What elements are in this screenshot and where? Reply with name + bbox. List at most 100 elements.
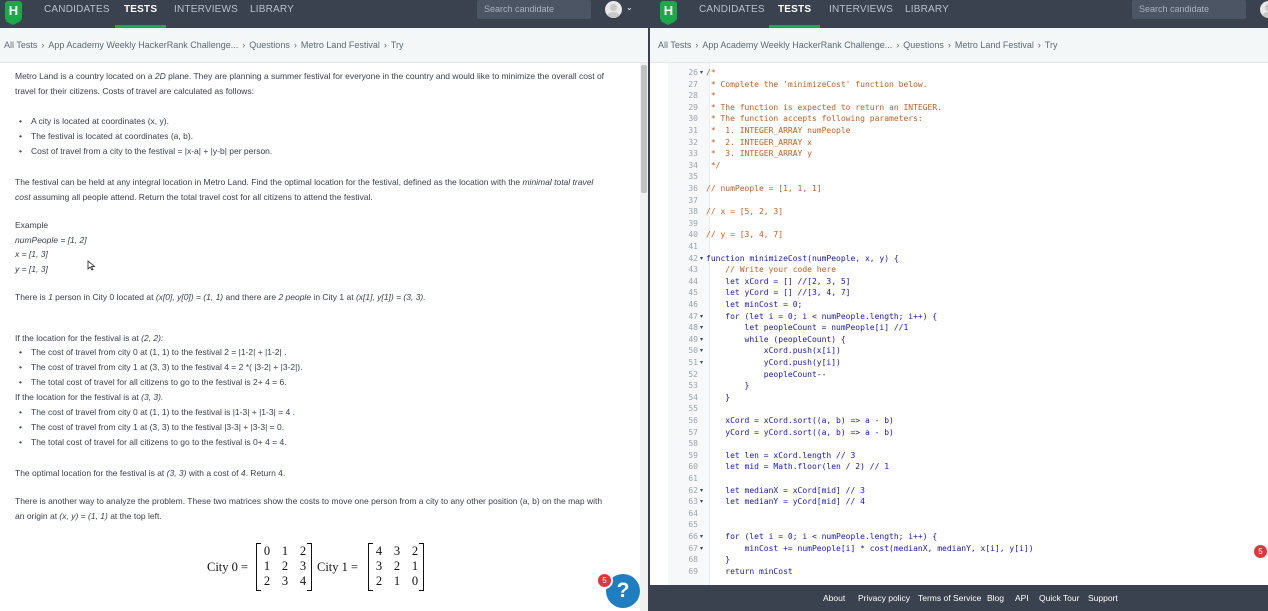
line-number: 54	[688, 392, 698, 402]
code-line[interactable]: * 1. INTEGER_ARRAY numPeople	[706, 126, 851, 135]
line-number: 42	[688, 253, 698, 263]
code-line[interactable]: }	[706, 393, 730, 402]
city-1-label: City 1 =	[317, 560, 359, 574]
code-line[interactable]: function minimizeCost(numPeople, x, y) {	[706, 254, 899, 263]
breadcrumb-separator-icon: ›	[41, 40, 45, 50]
code-line[interactable]: * 2. INTEGER_ARRAY x	[706, 138, 812, 147]
footer-privacy-link[interactable]: Privacy policy	[858, 593, 910, 603]
code-line[interactable]: * 3. INTEGER_ARRAY y	[706, 149, 812, 158]
footer-terms-link[interactable]: Terms of Service	[918, 593, 981, 603]
code-line[interactable]: * Complete the 'minimizeCost' function b…	[706, 80, 928, 89]
code-line[interactable]: let len = xCord.length // 3	[706, 451, 855, 460]
matrix-cell: 4	[375, 544, 383, 558]
breadcrumb-questions[interactable]: Questions	[249, 40, 290, 50]
footer-blog-link[interactable]: Blog	[987, 593, 1004, 603]
fold-arrow-icon[interactable]: ▾	[700, 313, 703, 320]
nav-interviews[interactable]: INTERVIEWS	[829, 0, 893, 28]
code-line[interactable]: /*	[706, 68, 716, 77]
nav-candidates[interactable]: CANDIDATES	[699, 0, 765, 28]
code-line[interactable]: */	[706, 161, 721, 170]
footer-about-link[interactable]: About	[823, 593, 845, 603]
line-number: 35	[688, 172, 698, 182]
code-line[interactable]: * The function accepts following paramet…	[706, 114, 923, 123]
fold-arrow-icon[interactable]: ▾	[700, 336, 703, 343]
line-number: 62	[688, 485, 698, 495]
breadcrumb-questions[interactable]: Questions	[903, 40, 944, 50]
breadcrumb-all-tests[interactable]: All Tests	[4, 40, 37, 50]
search-input[interactable]: Search candidate	[477, 0, 591, 19]
search-input[interactable]: Search candidate	[1132, 0, 1246, 19]
location-1-paragraph: If the location for the festival is at (…	[15, 332, 164, 343]
right-pane: H CANDIDATES TESTS INTERVIEWS LIBRARY Se…	[650, 0, 1268, 611]
code-line[interactable]: xCord.push(x[i])	[706, 346, 841, 355]
fold-arrow-icon[interactable]: ▾	[700, 487, 703, 494]
nav-interviews[interactable]: INTERVIEWS	[174, 0, 238, 28]
code-line[interactable]: for (let i = 0; i < numPeople.length; i+…	[706, 532, 937, 541]
line-number: 33	[688, 149, 698, 159]
code-line[interactable]: let minCost = 0;	[706, 300, 802, 309]
code-line[interactable]: *	[706, 91, 716, 100]
code-line[interactable]: * The function is expected to return an …	[706, 103, 942, 112]
line-number: 48	[688, 323, 698, 333]
code-line[interactable]: }	[706, 555, 730, 564]
line-number: 38	[688, 207, 698, 217]
avatar[interactable]	[1260, 1, 1268, 18]
breadcrumb-all-tests[interactable]: All Tests	[658, 40, 691, 50]
code-line[interactable]: let mid = Math.floor(len / 2) // 1	[706, 462, 889, 471]
code-line[interactable]: }	[706, 381, 750, 390]
breadcrumb-question[interactable]: Metro Land Festival	[301, 40, 380, 50]
fold-arrow-icon[interactable]: ▾	[700, 533, 703, 540]
fold-arrow-icon[interactable]: ▾	[700, 498, 703, 505]
breadcrumb-question[interactable]: Metro Land Festival	[955, 40, 1034, 50]
code-line[interactable]: xCord = xCord.sort((a, b) => a - b)	[706, 416, 894, 425]
code-line[interactable]: let yCord = [] //[3, 4, 7]	[706, 288, 850, 297]
code-line[interactable]: peopleCount--	[706, 370, 827, 379]
code-line[interactable]: let xCord = [] //[2, 3, 5]	[706, 277, 850, 286]
hackerrank-logo[interactable]: H	[5, 1, 22, 25]
code-line[interactable]: yCord = yCord.sort((a, b) => a - b)	[706, 428, 894, 437]
footer-quick-tour-link[interactable]: Quick Tour	[1039, 593, 1079, 603]
line-number: 30	[688, 114, 698, 124]
code-line[interactable]: // numPeople = [1, 1, 1]	[706, 184, 822, 193]
fold-arrow-icon[interactable]: ▾	[700, 347, 703, 354]
matrix-cell: 0	[411, 574, 419, 588]
nav-tests[interactable]: TESTS	[768, 0, 821, 28]
code-line[interactable]: // y = [3, 4, 7]	[706, 230, 783, 239]
code-line[interactable]: while (peopleCount) {	[706, 335, 846, 344]
code-line[interactable]: // Write your code here	[706, 265, 836, 274]
breadcrumb-test[interactable]: App Academy Weekly HackerRank Challenge.…	[702, 40, 892, 50]
scrollbar-thumb[interactable]	[641, 65, 647, 193]
nav-candidates[interactable]: CANDIDATES	[44, 0, 110, 28]
fold-arrow-icon[interactable]: ▾	[700, 255, 703, 262]
persons-paragraph: There is 1 person in City 0 located at (…	[15, 292, 426, 302]
matrix-cell: 4	[299, 574, 307, 588]
code-line[interactable]: // x = [5, 2, 3]	[706, 207, 783, 216]
fold-arrow-icon[interactable]: ▾	[700, 359, 703, 366]
nav-tests[interactable]: TESTS	[114, 0, 167, 28]
code-line[interactable]: let peopleCount = numPeople[i] //1	[706, 323, 909, 332]
breadcrumb-test[interactable]: App Academy Weekly HackerRank Challenge.…	[48, 40, 238, 50]
hackerrank-logo[interactable]: H	[660, 1, 677, 25]
fold-arrow-icon[interactable]: ▾	[700, 69, 703, 76]
footer-api-link[interactable]: API	[1015, 593, 1029, 603]
code-line[interactable]: yCord.push(y[i])	[706, 358, 841, 367]
matrix-cell: 3	[281, 574, 289, 588]
fold-arrow-icon[interactable]: ▾	[700, 324, 703, 331]
nav-library[interactable]: LIBRARY	[905, 0, 949, 28]
code-line[interactable]: for (let i = 0; i < numPeople.length; i+…	[706, 312, 937, 321]
matrix-cell: 1	[281, 544, 289, 558]
code-line[interactable]: return minCost	[706, 567, 792, 576]
line-number: 44	[688, 276, 698, 286]
notification-badge: 5	[1252, 543, 1268, 560]
footer-support-link[interactable]: Support	[1088, 593, 1118, 603]
code-line[interactable]: let medianX = xCord[mid] // 3	[706, 486, 865, 495]
fold-arrow-icon[interactable]: ▾	[700, 545, 703, 552]
code-line[interactable]: let medianY = yCord[mid] // 4	[706, 497, 865, 506]
nav-library[interactable]: LIBRARY	[250, 0, 294, 28]
line-number: 37	[688, 195, 698, 205]
avatar[interactable]	[605, 1, 622, 18]
code-line[interactable]: minCost += numPeople[i] * cost(medianX, …	[706, 544, 1034, 553]
chevron-down-icon[interactable]: ⌄	[626, 3, 633, 12]
breadcrumb-try: Try	[390, 40, 404, 50]
breadcrumb: All Tests › App Academy Weekly HackerRank …	[650, 28, 1268, 63]
